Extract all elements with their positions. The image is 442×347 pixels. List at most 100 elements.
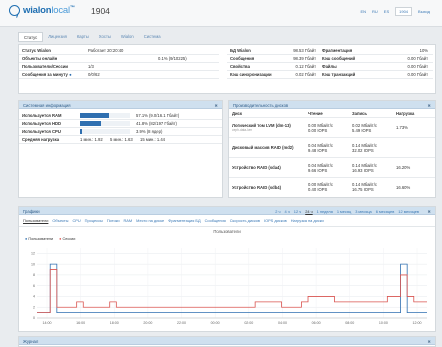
status-row: Сообщения за минуту ● 0/0/62 xyxy=(19,71,219,79)
y-tick-label: 4 xyxy=(33,295,35,299)
logo-light: local xyxy=(51,5,70,16)
hdd-bar xyxy=(80,121,130,126)
status-panel: Статус Wialon Работает 20:20:40 Объекты … xyxy=(18,44,436,94)
y-tick-label: 8 xyxy=(33,273,35,277)
legend-sessions[interactable]: ● Сессии xyxy=(59,237,75,241)
status-label-text: Сообщения за минуту xyxy=(22,72,68,77)
graphs-panel: Графики 2 ч4 ч 12 ч 24 ч1 неделя 1 месяц 3 м… xyxy=(18,206,436,332)
graph-subtab-8[interactable]: Сообщения xyxy=(203,218,228,223)
disk-panel: Производительность дисков ✖ Диск Чтение … xyxy=(228,100,436,198)
disk-title: Производительность дисков xyxy=(233,103,289,108)
collapse-icon[interactable]: ✖ xyxy=(427,339,431,344)
range-tab-1[interactable]: 4 ч xyxy=(283,209,292,214)
logout-button[interactable]: Выход xyxy=(418,9,430,14)
disk-col-write: Запись xyxy=(352,110,367,116)
db-value: 0.02 Гбайт xyxy=(295,72,316,77)
range-tab-0[interactable]: 2 ч xyxy=(273,209,282,214)
status-value: 1/3 xyxy=(88,64,94,69)
graph-subtab-9[interactable]: Скорость дисков xyxy=(228,218,262,223)
range-tab-4[interactable]: 1 неделя xyxy=(315,209,335,214)
collapse-icon[interactable]: ✖ xyxy=(427,103,431,108)
disk-row: Устройство RAID (sda4) 0.04 Мбайт/с 9.66 … xyxy=(229,158,435,178)
lang-en-link[interactable]: EN xyxy=(360,9,366,14)
tab-wialon[interactable]: Wialon xyxy=(116,32,139,42)
tab-system[interactable]: Система xyxy=(139,32,166,42)
legend-sessions-label: Сессии xyxy=(62,237,76,241)
db-value: 98.53 Гбайт xyxy=(293,48,316,53)
range-tab-2[interactable]: 12 ч xyxy=(292,209,303,214)
graph-subtab-6[interactable]: Место на диске xyxy=(134,218,166,223)
disk-col-read: Чтение xyxy=(308,110,323,116)
disk-row: Устройство RAID (sdb4) 0.00 Мбайт/с 0.40 … xyxy=(229,178,435,196)
range-tab-7[interactable]: 6 месяцев xyxy=(374,209,397,214)
lang-ru-link[interactable]: RU xyxy=(372,9,378,14)
disk-header-row: Диск Чтение Запись Нагрузка xyxy=(229,109,435,118)
sys-label: Используется CPU xyxy=(22,129,61,134)
graph-subtab-0[interactable]: Пользователи xyxy=(21,218,50,223)
graph-subtab-5[interactable]: RAM xyxy=(122,218,135,223)
db-label: БД Wialon xyxy=(230,48,251,53)
disk-name: Устройство RAID (sda4) xyxy=(232,165,281,170)
journal-panel: Журнал ✖ xyxy=(18,336,436,347)
tab-license[interactable]: Лицензия xyxy=(43,32,72,42)
range-tab-3[interactable]: 24 ч xyxy=(303,209,314,214)
legend-users-icon: ● xyxy=(25,237,28,241)
chart-title: Пользователи xyxy=(213,229,241,234)
db-label: Фрагментация xyxy=(322,48,353,53)
x-tick-label: 16:00 xyxy=(76,321,85,325)
db-info: БД Wialon 98.53 Гбайт Фрагментация 10% С… xyxy=(227,47,433,79)
disk-read-iops: 9.66 IOPS xyxy=(308,167,328,173)
graph-subtab-1[interactable]: Объекты xyxy=(50,218,70,223)
disk-name: Устройство RAID (sdb4) xyxy=(232,184,281,190)
chart-legend: ● Пользователи ● Сессии xyxy=(25,237,75,241)
graph-subtab-11[interactable]: Нагрузка на диски xyxy=(289,218,326,223)
sys-row-ram: Используется RAM 57.1% (9.0/16.1 Гбайт) xyxy=(19,112,222,120)
app-logo[interactable]: wialonlocal™ xyxy=(23,5,75,16)
wialon-logo-icon xyxy=(9,5,20,16)
lang-es-link[interactable]: ES xyxy=(384,9,389,14)
disk-row: Логический том LVM (dm-13) ceph-data-lvm … xyxy=(229,118,435,138)
info-icon[interactable]: ● xyxy=(69,72,72,77)
x-tick-label: 12:00 xyxy=(413,321,422,325)
disk-sub: ceph-data-lvm xyxy=(232,128,253,132)
range-tab-8[interactable]: 12 месяцев xyxy=(396,209,421,214)
db-label: Файлы xyxy=(322,64,337,69)
range-tabs: 2 ч4 ч 12 ч 24 ч1 неделя 1 месяц 3 месяца 6 м… xyxy=(273,209,421,214)
tab-hosts[interactable]: Хосты xyxy=(94,32,116,42)
tab-status[interactable]: Статус xyxy=(18,32,44,42)
disk-write-iops: 5.49 IOPS xyxy=(352,127,372,133)
sys-value: 57.1% (9.0/16.1 Гбайт) xyxy=(136,113,180,118)
ram-bar-fill xyxy=(80,113,109,118)
x-tick-label: 14:00 xyxy=(43,321,52,325)
sys-label: Используется RAM xyxy=(22,113,62,118)
status-extra: 0.1% (9/10225) xyxy=(158,56,187,61)
graph-subtab-7[interactable]: Фрагментация БД xyxy=(166,218,202,223)
graph-subtab-10[interactable]: IOPS дисков xyxy=(262,218,289,223)
collapse-icon[interactable]: ✖ xyxy=(214,103,218,108)
status-row: Объекты онлайн 0.1% (9/10225) xyxy=(19,55,219,63)
db-value: 98.39 Гбайт xyxy=(293,56,316,61)
load-5min: 5 мин.: 1.63 xyxy=(110,137,133,142)
status-label: Статус Wialon xyxy=(22,48,51,53)
range-tab-6[interactable]: 3 месяца xyxy=(353,209,374,214)
y-tick-label: 6 xyxy=(33,284,35,288)
load-15min: 15 мин.: 1.44 xyxy=(140,137,165,142)
disk-name: Дисковый массив RAID (md2) xyxy=(232,145,294,150)
legend-users[interactable]: ● Пользователи xyxy=(25,237,53,241)
disk-write-iops: 16.75 IOPS xyxy=(352,187,374,192)
graph-subtab-2[interactable]: CPU xyxy=(70,218,82,223)
tab-maps[interactable]: Карты xyxy=(72,32,94,42)
status-left: Статус Wialon Работает 20:20:40 Объекты … xyxy=(19,47,219,79)
range-tab-5[interactable]: 1 месяц xyxy=(335,209,353,214)
sys-value: 41.8% (82/197 Гбайт) xyxy=(136,121,177,126)
status-label: Сообщения за минуту ● xyxy=(19,72,85,77)
graph-subtab-4[interactable]: Потоки xyxy=(105,218,122,223)
graph-subtab-3[interactable]: Процессы xyxy=(83,218,105,223)
x-tick-label: 10:00 xyxy=(379,321,388,325)
status-row: Пользователи/Сессии 1/3 xyxy=(19,63,219,71)
version-button[interactable]: 1904 xyxy=(395,7,413,16)
db-value: 0.00 Гбайт xyxy=(407,64,428,69)
status-value: 0/0/62 xyxy=(88,72,100,77)
status-row: Статус Wialon Работает 20:20:40 xyxy=(19,47,219,55)
collapse-icon[interactable]: ✖ xyxy=(427,209,431,214)
